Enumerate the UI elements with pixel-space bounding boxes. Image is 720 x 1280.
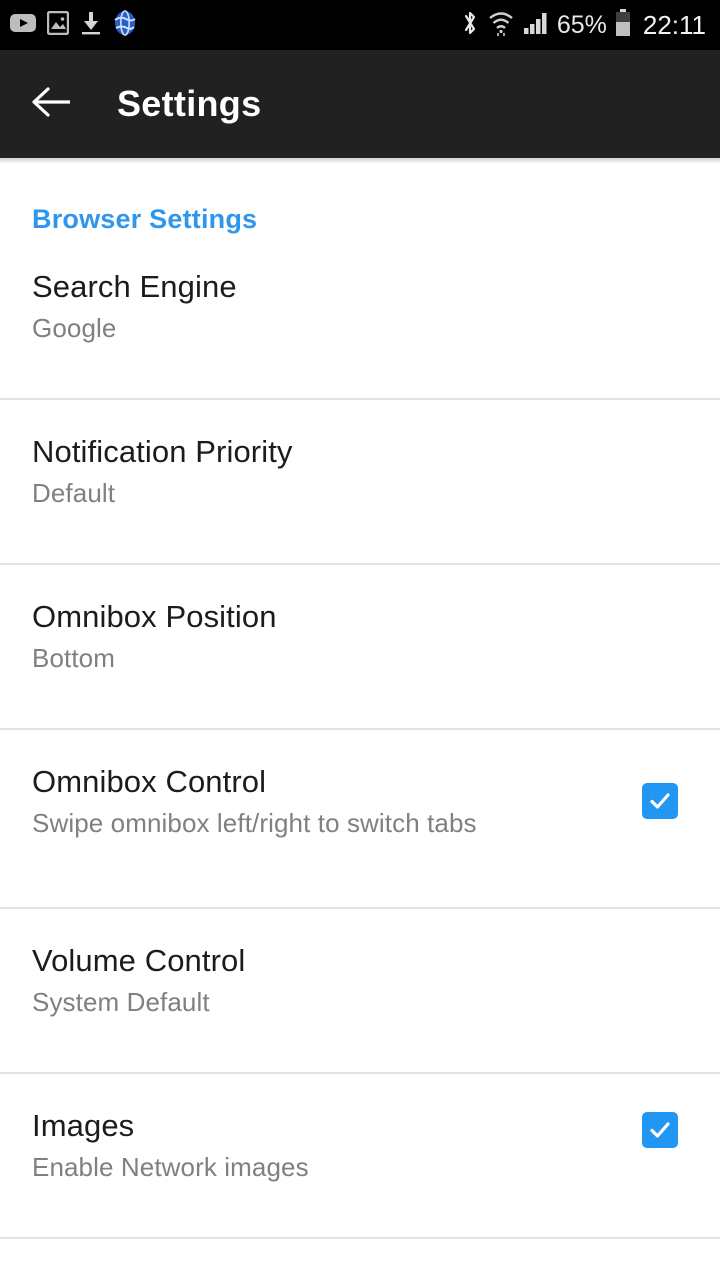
checkbox-wrap	[630, 1074, 690, 1148]
setting-subtitle: Google	[32, 312, 117, 343]
setting-title: Search Engine	[32, 269, 237, 304]
row-divider	[0, 1237, 720, 1239]
download-icon	[80, 11, 102, 40]
wifi-icon	[487, 9, 515, 42]
setting-row-search-engine[interactable]: Search Engine Google	[0, 235, 720, 398]
check-icon	[650, 1122, 670, 1138]
battery-percentage: 65%	[556, 10, 607, 39]
status-bar: 65% 22:11	[0, 0, 720, 50]
page-title: Settings	[117, 83, 262, 124]
youtube-icon	[10, 12, 36, 39]
setting-subtitle: Enable Network images	[32, 1151, 309, 1182]
section-header-browser-settings: Browser Settings	[32, 204, 258, 234]
settings-list: Browser Settings Search Engine Google No…	[0, 164, 720, 1239]
app-bar: Settings	[0, 50, 720, 158]
setting-subtitle: Swipe omnibox left/right to switch tabs	[32, 807, 477, 838]
setting-subtitle: Default	[32, 477, 116, 508]
setting-row-omnibox-control[interactable]: Omnibox Control Swipe omnibox left/right…	[0, 730, 720, 907]
setting-row-omnibox-position[interactable]: Omnibox Position Bottom	[0, 565, 720, 728]
row-text: Omnibox Control Swipe omnibox left/right…	[32, 730, 630, 843]
setting-title: Volume Control	[32, 943, 246, 978]
setting-title: Omnibox Position	[32, 599, 277, 634]
row-text: Images Enable Network images	[32, 1074, 630, 1187]
row-text: Notification Priority Default	[32, 400, 690, 513]
back-arrow-icon[interactable]	[30, 85, 74, 124]
setting-title: Images	[32, 1108, 135, 1143]
check-icon	[650, 793, 670, 809]
row-text: Volume Control System Default	[32, 909, 690, 1022]
app-bar-shadow	[0, 158, 720, 164]
row-text: Search Engine Google	[32, 235, 690, 348]
setting-row-volume-control[interactable]: Volume Control System Default	[0, 909, 720, 1072]
image-icon	[46, 10, 70, 40]
signal-icon	[523, 11, 549, 40]
globe-icon	[113, 9, 137, 41]
setting-title: Omnibox Control	[32, 764, 267, 799]
omnibox-control-checkbox[interactable]	[642, 783, 678, 819]
battery-icon	[615, 8, 631, 42]
settings-screen: 65% 22:11 Settings Browser Settings Sear…	[0, 0, 720, 1280]
status-system-icons: 65% 22:11	[461, 8, 706, 42]
setting-row-notification-priority[interactable]: Notification Priority Default	[0, 400, 720, 563]
status-notification-icons	[10, 9, 137, 41]
status-clock: 22:11	[642, 9, 706, 40]
images-checkbox[interactable]	[642, 1112, 678, 1148]
setting-subtitle: Bottom	[32, 642, 115, 673]
setting-subtitle: System Default	[32, 986, 210, 1017]
setting-row-images[interactable]: Images Enable Network images	[0, 1074, 720, 1237]
checkbox-wrap	[630, 730, 690, 819]
bluetooth-icon	[461, 9, 479, 42]
row-text: Omnibox Position Bottom	[32, 565, 690, 678]
setting-title: Notification Priority	[32, 434, 293, 469]
